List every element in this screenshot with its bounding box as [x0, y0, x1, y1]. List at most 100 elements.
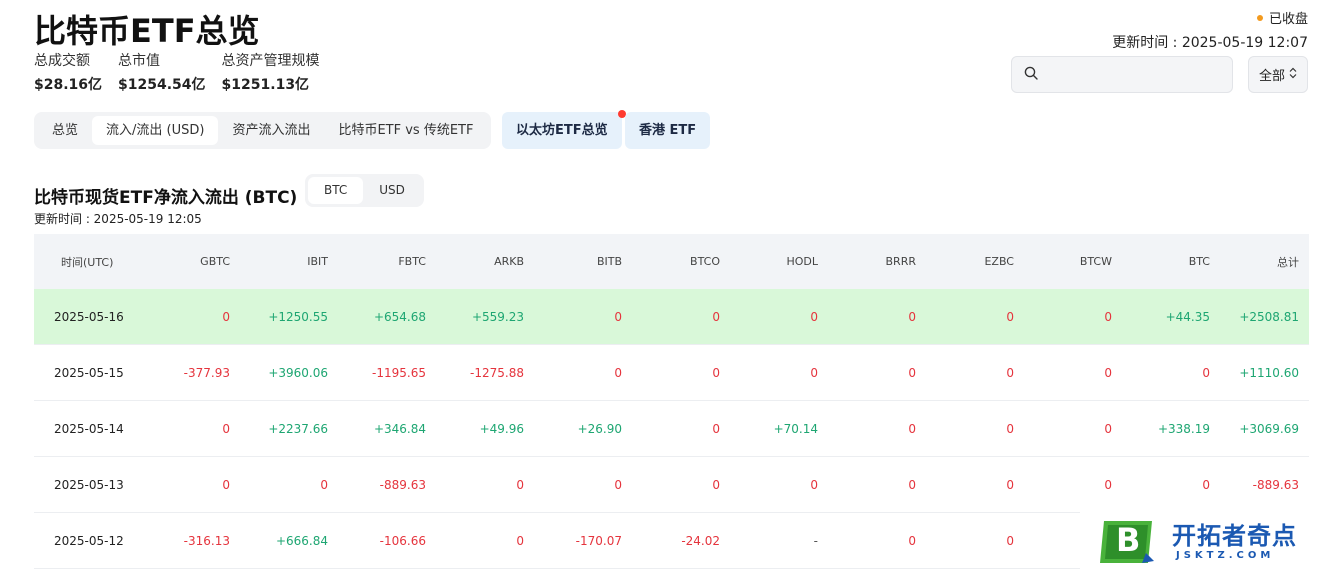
stat-value: $28.16亿: [34, 77, 103, 93]
stat-value: $1251.13亿: [221, 77, 310, 93]
flow-value: +1110.60: [1239, 365, 1299, 380]
column-header[interactable]: 时间(UTC): [34, 254, 154, 270]
eth-etf-overview-label: 以太坊ETF总览: [516, 123, 608, 138]
flow-value: +26.90: [577, 421, 622, 436]
updown-chevron-icon: [1289, 67, 1297, 83]
logo-domain: JSKTZ.COM: [1176, 550, 1275, 561]
tab-btc-vs-traditional[interactable]: 比特币ETF vs 传统ETF: [324, 116, 487, 145]
row-date: 2025-05-14: [54, 421, 124, 436]
table-row[interactable]: 2025-05-13 0 0 -889.63 0 0 0 0 0 0 0 0 -889.63: [34, 457, 1309, 513]
table-header-row: 时间(UTC) GBTC IBIT FBTC ARKB BITB BTCO HODL BRRR E…: [34, 234, 1309, 289]
page-title: 比特币ETF总览: [34, 12, 260, 50]
filter-select[interactable]: 全部: [1248, 56, 1308, 93]
flow-value: 0: [614, 309, 622, 324]
flow-value: 0: [222, 309, 230, 324]
table-row[interactable]: 2025-05-15 -377.93 +3960.06 -1195.65 -1275.8…: [34, 345, 1309, 401]
flow-value: -889.63: [1252, 477, 1299, 492]
column-header[interactable]: ARKB: [426, 255, 524, 268]
flow-value: 0: [908, 533, 916, 548]
flow-value: -889.63: [379, 477, 426, 492]
flow-value: +3960.06: [268, 365, 328, 380]
main-tabs: 总览 流入/流出 (USD) 资产流入流出 比特币ETF vs 传统ETF: [34, 112, 492, 149]
tab-asset-flows[interactable]: 资产流入流出: [218, 116, 324, 145]
flow-value: +1250.55: [268, 309, 328, 324]
flow-value: 0: [1202, 477, 1210, 492]
flow-value: 0: [712, 365, 720, 380]
flow-value: +666.84: [275, 533, 328, 548]
flow-value: 0: [908, 421, 916, 436]
column-header[interactable]: BRRR: [818, 255, 916, 268]
hk-etf-button[interactable]: 香港 ETF: [625, 112, 711, 149]
logo-name: 开拓者奇点: [1172, 522, 1297, 550]
column-header[interactable]: FBTC: [328, 255, 426, 268]
flow-value: -: [813, 533, 818, 548]
search-box[interactable]: [1011, 56, 1233, 93]
flow-value: 0: [908, 309, 916, 324]
market-status: 已收盘: [1256, 8, 1308, 27]
flow-value: 0: [1006, 309, 1014, 324]
flow-value: 0: [810, 309, 818, 324]
row-date: 2025-05-13: [54, 477, 124, 492]
logo-badge-icon: B: [1098, 517, 1158, 567]
logo-letter: B: [1116, 520, 1141, 559]
flow-value: 0: [712, 421, 720, 436]
column-header[interactable]: BTCO: [622, 255, 720, 268]
updated-time: 更新时间 : 2025-05-19 12:07: [1112, 35, 1308, 51]
column-header[interactable]: GBTC: [154, 255, 230, 268]
section-title: 比特币现货ETF净流入流出 (BTC): [34, 188, 298, 208]
toggle-usd[interactable]: USD: [363, 177, 421, 204]
flow-value: 0: [908, 365, 916, 380]
flow-value: 0: [1006, 477, 1014, 492]
search-icon: [1024, 65, 1038, 84]
tab-overview[interactable]: 总览: [38, 116, 92, 145]
column-header[interactable]: BTC: [1112, 255, 1210, 268]
flow-value: 0: [320, 477, 328, 492]
section-updated-time: 更新时间 : 2025-05-19 12:05: [34, 212, 202, 226]
table-row[interactable]: 2025-05-16 0 +1250.55 +654.68 +559.23 0 0 0 0 0 0 +…: [34, 289, 1309, 345]
table-row[interactable]: 2025-05-14 0 +2237.66 +346.84 +49.96 +26.90 0 +…: [34, 401, 1309, 457]
toggle-btc[interactable]: BTC: [308, 177, 364, 204]
flow-value: -1195.65: [372, 365, 426, 380]
column-header[interactable]: HODL: [720, 255, 818, 268]
flow-value: -377.93: [183, 365, 230, 380]
flow-value: -316.13: [183, 533, 230, 548]
flow-value: 0: [516, 533, 524, 548]
market-status-text: 已收盘: [1268, 12, 1308, 27]
flow-value: +44.35: [1165, 309, 1210, 324]
flow-value: 0: [614, 365, 622, 380]
search-input[interactable]: [1046, 67, 1226, 82]
flow-value: 0: [712, 309, 720, 324]
column-header[interactable]: EZBC: [916, 255, 1014, 268]
flow-value: 0: [1006, 421, 1014, 436]
tab-flows-usd[interactable]: 流入/流出 (USD): [92, 116, 219, 145]
stat-aum: 总资产管理规模 $1251.13亿: [222, 52, 320, 94]
stat-label: 总市值: [118, 53, 161, 69]
flow-value: 0: [1006, 365, 1014, 380]
watermark-logo: B 开拓者奇点 JSKTZ.COM: [1080, 512, 1330, 571]
flow-value: 0: [1006, 533, 1014, 548]
stat-label: 总成交额: [34, 53, 90, 69]
flow-value: +654.68: [373, 309, 426, 324]
flow-value: +559.23: [471, 309, 524, 324]
flow-value: +346.84: [373, 421, 426, 436]
column-header[interactable]: 总计: [1210, 254, 1299, 270]
column-header[interactable]: IBIT: [230, 255, 328, 268]
flow-value: 0: [516, 477, 524, 492]
flow-value: 0: [222, 477, 230, 492]
eth-etf-overview-button[interactable]: 以太坊ETF总览: [502, 110, 626, 149]
flow-value: 0: [810, 477, 818, 492]
flow-value: 0: [1104, 365, 1112, 380]
flow-value: 0: [810, 365, 818, 380]
logo-text: 开拓者奇点 JSKTZ.COM: [1172, 522, 1297, 561]
row-date: 2025-05-16: [54, 309, 124, 324]
flow-value: +70.14: [773, 421, 818, 436]
stat-market-cap: 总市值 $1254.54亿: [118, 52, 206, 94]
column-header[interactable]: BTCW: [1014, 255, 1112, 268]
flow-value: 0: [1202, 365, 1210, 380]
column-header[interactable]: BITB: [524, 255, 622, 268]
flow-value: -170.07: [575, 533, 622, 548]
flow-value: -24.02: [681, 533, 720, 548]
flow-value: -1275.88: [470, 365, 524, 380]
flow-value: +338.19: [1157, 421, 1210, 436]
flow-value: -106.66: [379, 533, 426, 548]
